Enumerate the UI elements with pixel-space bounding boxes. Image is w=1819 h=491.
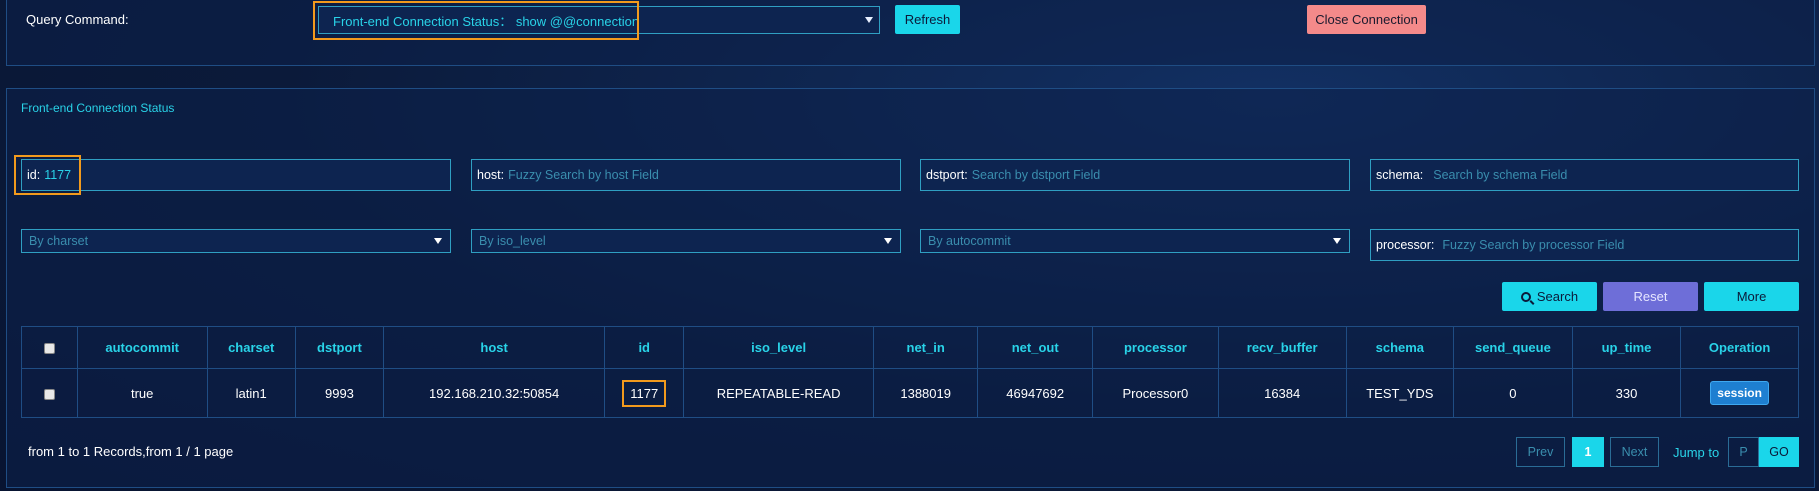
cell-schema: TEST_YDS	[1345, 368, 1455, 418]
session-button[interactable]: session	[1710, 381, 1769, 405]
processor-filter-label: processor:	[1376, 238, 1435, 252]
column-header[interactable]: iso_level	[683, 326, 874, 369]
host-filter-placeholder: Fuzzy Search by host Field	[508, 168, 659, 182]
iso-level-dropdown-placeholder: By iso_level	[479, 234, 546, 248]
charset-dropdown[interactable]: By charset	[21, 229, 451, 253]
select-all-cell	[21, 326, 78, 369]
panel-title: Front-end Connection Status	[21, 101, 175, 115]
dstport-filter-placeholder: Search by dstport Field	[971, 168, 1101, 182]
schema-filter-label: schema:	[1376, 168, 1424, 182]
column-header[interactable]: id	[604, 326, 685, 369]
cell-id: 1177	[604, 368, 685, 418]
select-all-checkbox[interactable]	[43, 343, 55, 355]
connection-table: autocommit charset dstport host id iso_l…	[21, 326, 1799, 418]
chevron-down-icon	[1333, 238, 1341, 244]
cell-up-time: 330	[1571, 368, 1682, 418]
charset-dropdown-placeholder: By charset	[29, 234, 89, 248]
column-header[interactable]: net_out	[977, 326, 1094, 369]
jump-to-label: Jump to	[1673, 445, 1720, 460]
jump-page-input[interactable]: P	[1728, 437, 1759, 467]
chevron-down-icon	[434, 238, 442, 244]
iso-level-dropdown[interactable]: By iso_level	[471, 229, 901, 253]
cell-operation: session	[1680, 368, 1799, 418]
highlight-box-id-filter	[14, 155, 81, 195]
cell-net-in: 1388019	[872, 368, 979, 418]
column-header[interactable]: autocommit	[76, 326, 208, 369]
autocommit-dropdown-placeholder: By autocommit	[928, 234, 1011, 248]
highlight-box-query	[313, 1, 639, 40]
column-header[interactable]: processor	[1092, 326, 1219, 369]
dstport-filter-label: dstport:	[926, 168, 968, 182]
autocommit-dropdown[interactable]: By autocommit	[920, 229, 1350, 253]
query-command-label: Query Command:	[26, 12, 129, 27]
column-header[interactable]: send_queue	[1453, 326, 1573, 369]
query-panel: Query Command: Front-end Connection Stat…	[6, 0, 1815, 66]
cell-net-out: 46947692	[977, 368, 1094, 418]
close-connection-button[interactable]: Close Connection	[1307, 5, 1426, 34]
search-button-label: Search	[1536, 289, 1579, 304]
chevron-down-icon	[884, 238, 892, 244]
refresh-button[interactable]: Refresh	[895, 5, 960, 34]
column-header[interactable]: dstport	[294, 326, 385, 369]
processor-filter-field[interactable]: processor: Fuzzy Search by processor Fie…	[1370, 229, 1799, 261]
cell-iso-level: REPEATABLE-READ	[683, 368, 874, 418]
column-header[interactable]: charset	[206, 326, 296, 369]
column-header[interactable]: net_in	[872, 326, 979, 369]
column-header[interactable]: up_time	[1571, 326, 1682, 369]
search-button[interactable]: Search	[1502, 282, 1597, 311]
cell-charset: latin1	[206, 368, 296, 418]
pagination-summary: from 1 to 1 Records,from 1 / 1 page	[28, 444, 234, 459]
cell-send-queue: 0	[1453, 368, 1573, 418]
prev-page-button[interactable]: Prev	[1516, 437, 1565, 467]
row-checkbox[interactable]	[43, 388, 55, 400]
dstport-filter-field[interactable]: dstport: Search by dstport Field	[920, 159, 1350, 191]
reset-button[interactable]: Reset	[1603, 282, 1698, 311]
column-header[interactable]: host	[383, 326, 606, 369]
cell-processor: Processor0	[1092, 368, 1219, 418]
id-filter-field[interactable]: id: 1177	[21, 159, 451, 191]
go-button[interactable]: GO	[1759, 437, 1799, 467]
table-header-row: autocommit charset dstport host id iso_l…	[21, 326, 1799, 369]
chevron-down-icon	[865, 17, 873, 23]
processor-filter-placeholder: Fuzzy Search by processor Field	[1442, 238, 1625, 252]
cell-host: 192.168.210.32:50854	[383, 368, 606, 418]
more-button[interactable]: More	[1704, 282, 1799, 311]
table-row: true latin1 9993 192.168.210.32:50854 11…	[21, 368, 1799, 418]
cell-dstport: 9993	[294, 368, 385, 418]
cell-id-value: 1177	[622, 379, 667, 407]
column-header: Operation	[1680, 326, 1799, 369]
host-filter-field[interactable]: host: Fuzzy Search by host Field	[471, 159, 901, 191]
column-header[interactable]: schema	[1345, 326, 1455, 369]
schema-filter-field[interactable]: schema: Search by schema Field	[1370, 159, 1799, 191]
cell-autocommit: true	[76, 368, 208, 418]
page-1-button[interactable]: 1	[1572, 437, 1604, 467]
next-page-button[interactable]: Next	[1610, 437, 1659, 467]
search-icon	[1520, 291, 1531, 302]
schema-filter-placeholder: Search by schema Field	[1433, 168, 1568, 182]
column-header[interactable]: recv_buffer	[1217, 326, 1347, 369]
host-filter-label: host:	[477, 168, 505, 182]
row-select-cell	[21, 368, 78, 418]
cell-recv-buffer: 16384	[1217, 368, 1347, 418]
